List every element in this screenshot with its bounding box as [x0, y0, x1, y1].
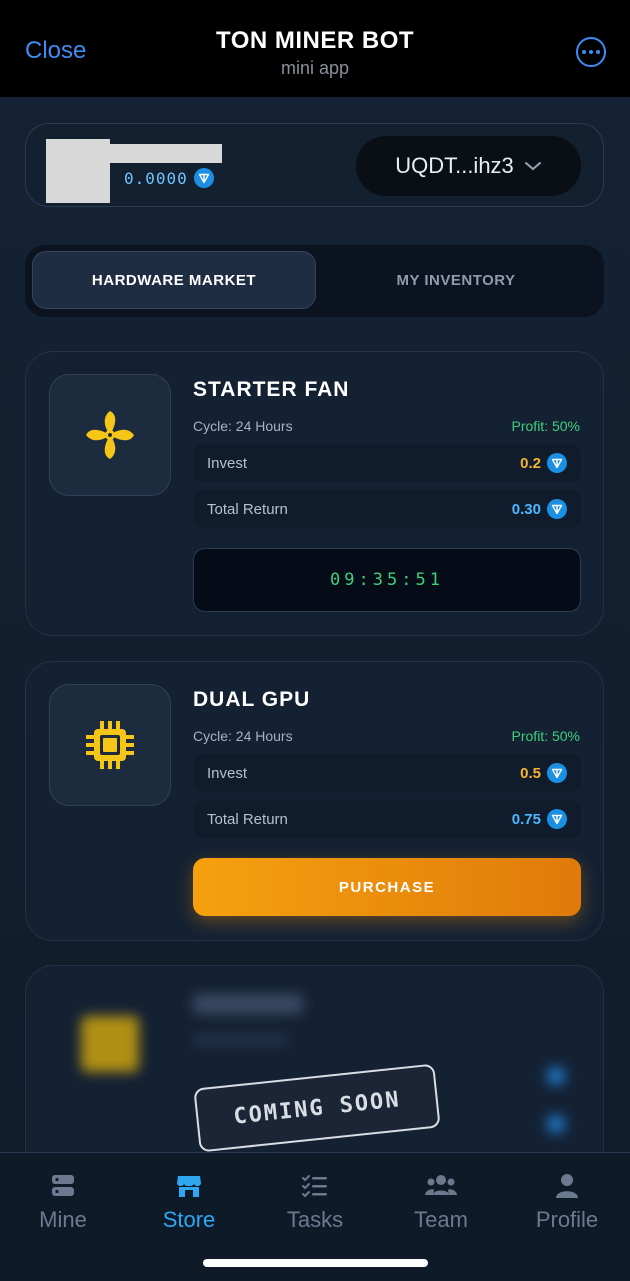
store-content: 0.0000 UQDT...ihz3 HARDWARE MARKET MY IN…: [0, 97, 630, 1152]
nav-label: Store: [162, 1207, 216, 1232]
team-icon: [425, 1175, 457, 1195]
total-return-row: Total Return 0.75: [193, 800, 581, 838]
store-icon: [177, 1176, 201, 1197]
nav-label: Mine: [39, 1207, 87, 1232]
nav-label: Profile: [535, 1207, 599, 1232]
ton-coin-icon: [193, 168, 214, 188]
nav-item-tasks[interactable]: Tasks: [252, 1171, 378, 1233]
username-redacted: [110, 144, 222, 163]
invest-label: Invest: [207, 454, 248, 472]
wallet-address: UQDT...ihz3: [395, 153, 514, 178]
invest-amount: 0.5: [520, 763, 567, 783]
profile-icon: [556, 1174, 578, 1198]
locked-coin-icon: [546, 1066, 566, 1086]
chevron-down-icon: [524, 162, 541, 171]
item-card-starter-fan: STARTER FAN Cycle: 24 Hours Profit: 50% …: [25, 351, 604, 636]
app-title: TON MINER BOT: [215, 27, 415, 54]
avatar: [46, 139, 110, 203]
invest-row: Invest 0.2: [193, 444, 581, 482]
locked-item-title: [193, 994, 303, 1014]
home-indicator: [203, 1259, 428, 1267]
balance-value: 0.0000: [124, 168, 188, 188]
total-return-value: 0.30: [511, 500, 541, 518]
app-subtitle: mini app: [280, 58, 350, 78]
invest-value: 0.2: [520, 454, 541, 472]
item-name: DUAL GPU: [193, 688, 311, 711]
purchase-button[interactable]: PURCHASE: [193, 858, 581, 916]
total-return-amount: 0.30: [512, 499, 567, 519]
nav-label: Tasks: [286, 1207, 344, 1232]
nav-item-team[interactable]: Team: [378, 1171, 504, 1233]
nav-item-profile[interactable]: Profile: [504, 1171, 630, 1233]
balance-display: 0.0000: [124, 168, 214, 188]
tasks-icon: [302, 1175, 327, 1197]
more-options-icon[interactable]: [576, 37, 606, 67]
nav-item-store[interactable]: Store: [126, 1171, 252, 1233]
item-profit: Profit: 50%: [511, 418, 580, 434]
tab-hardware-market[interactable]: HARDWARE MARKET: [32, 251, 316, 309]
locked-coin-icon: [546, 1114, 566, 1134]
item-name: STARTER FAN: [193, 378, 350, 401]
ton-coin-icon: [547, 453, 567, 473]
total-return-amount: 0.75: [512, 809, 567, 829]
item-card-dual-gpu: DUAL GPU Cycle: 24 Hours Profit: 50% Inv…: [25, 661, 604, 941]
item-cycle: Cycle: 24 Hours: [193, 418, 293, 434]
total-return-row: Total Return 0.30: [193, 490, 581, 528]
total-return-value: 0.75: [511, 810, 541, 828]
fan-icon: [86, 411, 134, 459]
wallet-address-dropdown[interactable]: UQDT...ihz3: [356, 136, 581, 196]
invest-label: Invest: [207, 764, 248, 782]
item-profit: Profit: 50%: [511, 728, 580, 744]
total-return-label: Total Return: [207, 500, 288, 518]
ton-coin-icon: [547, 763, 567, 783]
tab-my-inventory[interactable]: MY INVENTORY: [316, 251, 596, 309]
ton-coin-icon: [547, 499, 567, 519]
nav-label: Team: [414, 1207, 468, 1232]
item-cycle: Cycle: 24 Hours: [193, 728, 293, 744]
item-icon-box: [49, 684, 171, 806]
nav-item-mine[interactable]: Mine: [0, 1171, 126, 1233]
locked-item-icon: [81, 1016, 139, 1072]
item-card-locked: COMING SOON: [25, 965, 604, 1152]
invest-value: 0.5: [520, 764, 541, 782]
locked-item-line: [193, 1034, 288, 1046]
chip-icon: [86, 721, 134, 769]
invest-row: Invest 0.5: [193, 754, 581, 792]
item-icon-box: [49, 374, 171, 496]
countdown-timer: 09:35:51: [193, 548, 581, 612]
total-return-label: Total Return: [207, 810, 288, 828]
store-tabs: HARDWARE MARKET MY INVENTORY: [25, 245, 604, 317]
ton-coin-icon: [547, 809, 567, 829]
wallet-card: 0.0000 UQDT...ihz3: [25, 123, 604, 207]
server-icon: [52, 1175, 74, 1196]
top-bar: Close TON MINER BOT mini app: [0, 0, 630, 97]
invest-amount: 0.2: [520, 453, 567, 473]
